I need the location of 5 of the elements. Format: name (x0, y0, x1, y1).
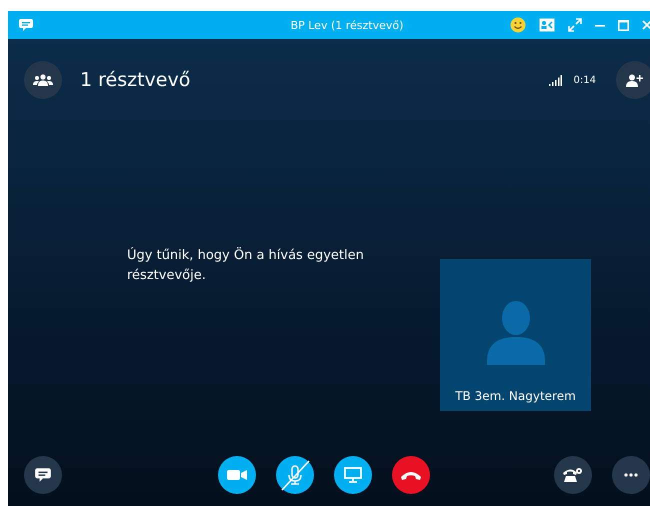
participant-count: 1 résztvevő (80, 69, 192, 91)
window-title: BP Lev (1 résztvevő) (290, 18, 404, 32)
call-timer: 0:14 (574, 74, 596, 86)
participant-name: TB 3em. Nagyterem (455, 389, 576, 403)
alone-message: Úgy tűnik, hogy Ön a hívás egyetlen résztvevője. (127, 246, 365, 285)
